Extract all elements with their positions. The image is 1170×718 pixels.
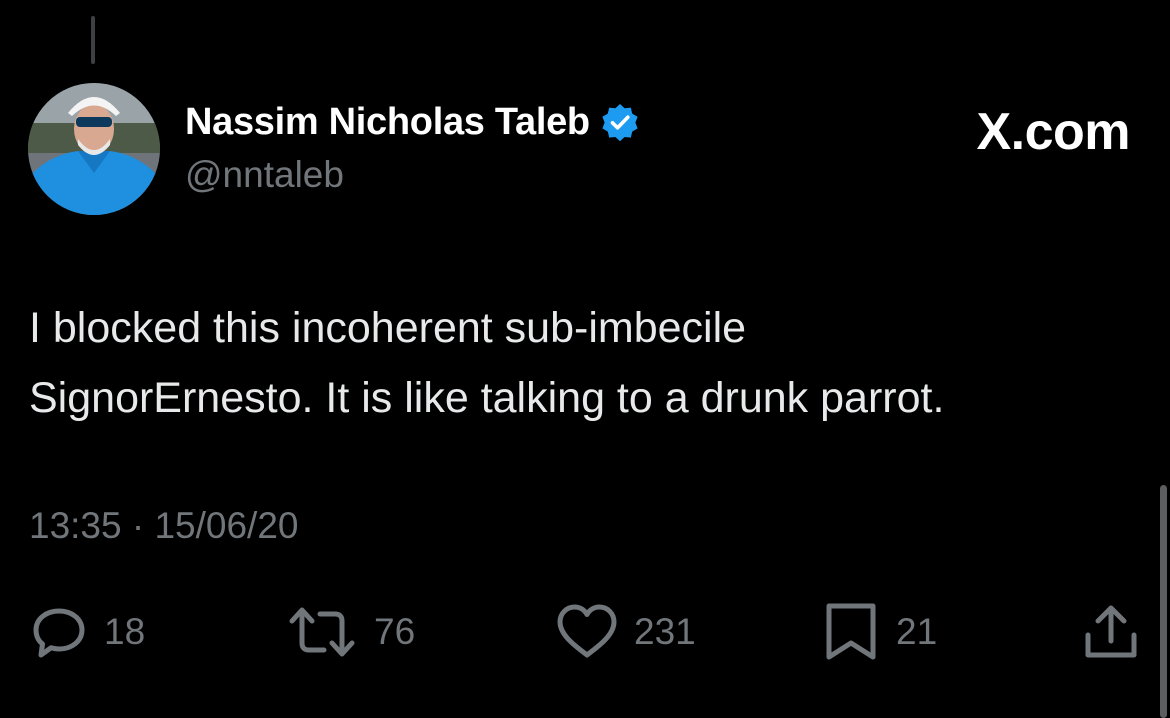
verified-badge-icon <box>600 102 640 142</box>
repost-button[interactable]: 76 <box>284 600 415 664</box>
author-display-name[interactable]: Nassim Nicholas Taleb <box>185 101 590 144</box>
like-button[interactable]: 231 <box>554 600 696 664</box>
tweet-timestamp[interactable]: 13:35 · 15/06/20 <box>29 505 299 547</box>
share-icon <box>1080 601 1142 663</box>
repost-icon <box>284 601 360 663</box>
tweet-actions-bar: 18 76 231 21 <box>0 600 1170 664</box>
author-handle[interactable]: @nntaleb <box>185 154 344 196</box>
tweet-text-line: I blocked this incoherent sub-imbecile <box>29 304 747 352</box>
like-count: 231 <box>634 611 696 652</box>
heart-icon <box>554 601 620 663</box>
avatar[interactable] <box>28 83 160 215</box>
share-button[interactable] <box>1080 600 1142 664</box>
brand-logo-text: X.com <box>976 103 1130 161</box>
bookmark-count: 21 <box>896 611 938 652</box>
tweet-text: I blocked this incoherent sub-imbecile S… <box>29 293 1139 433</box>
author-name-row: Nassim Nicholas Taleb <box>185 98 640 146</box>
thread-connector-line <box>91 16 95 64</box>
tweet-text-line: SignorErnesto. It is like talking to a d… <box>29 374 945 422</box>
repost-count: 76 <box>374 611 416 652</box>
bookmark-icon <box>820 601 882 663</box>
reply-count: 18 <box>104 611 146 652</box>
reply-icon <box>28 601 90 663</box>
bookmark-button[interactable]: 21 <box>820 600 937 664</box>
reply-button[interactable]: 18 <box>28 600 145 664</box>
scrollbar[interactable] <box>1160 485 1167 718</box>
